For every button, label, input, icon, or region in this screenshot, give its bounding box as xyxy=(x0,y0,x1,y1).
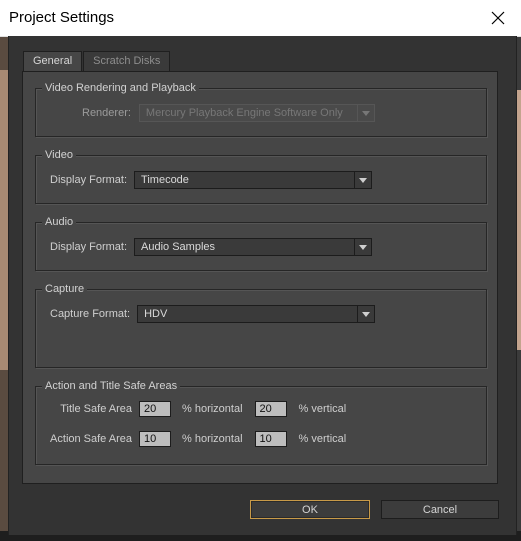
title-safe-horizontal-input[interactable]: 20 xyxy=(139,401,171,417)
audio-format-row: Display Format: Audio Samples xyxy=(50,238,373,256)
title-vertical-unit: % vertical xyxy=(298,403,347,415)
close-icon xyxy=(491,11,505,25)
chevron-down-icon xyxy=(356,105,374,121)
group-legend: Video xyxy=(42,148,76,162)
title-safe-label: Title Safe Area xyxy=(60,403,132,415)
action-safe-horizontal-input[interactable]: 10 xyxy=(139,431,171,447)
capture-format-label: Capture Format: xyxy=(50,308,131,320)
tab-general[interactable]: General xyxy=(23,51,83,71)
tab-scratch-disks[interactable]: Scratch Disks xyxy=(83,51,171,71)
video-display-format-value: Timecode xyxy=(141,174,189,186)
renderer-row: Renderer: Mercury Playback Engine Softwa… xyxy=(82,104,375,122)
window-titlebar: Project Settings xyxy=(0,0,521,37)
group-legend: Action and Title Safe Areas xyxy=(42,379,181,393)
close-button[interactable] xyxy=(475,0,521,36)
tab-bar: General Scratch Disks xyxy=(23,51,171,71)
video-display-format-select[interactable]: Timecode xyxy=(134,171,373,189)
action-safe-label: Action Safe Area xyxy=(50,433,132,445)
capture-format-select[interactable]: HDV xyxy=(137,305,376,323)
chevron-down-icon xyxy=(354,239,371,255)
cancel-button[interactable]: Cancel xyxy=(381,500,499,519)
group-legend: Audio xyxy=(42,215,77,229)
dialog-body: General Scratch Disks Video Rendering an… xyxy=(8,36,517,535)
video-format-row: Display Format: Timecode xyxy=(50,171,373,189)
window-title: Project Settings xyxy=(9,9,115,26)
group-video: Video Display Format: Timecode xyxy=(35,148,487,204)
chevron-down-icon xyxy=(357,306,374,322)
title-safe-row: Title Safe Area 20 % horizontal 20 % ver… xyxy=(59,401,346,417)
action-safe-row: Action Safe Area 10 % horizontal 10 % ve… xyxy=(48,431,346,447)
action-horizontal-unit: % horizontal xyxy=(182,433,243,445)
renderer-select[interactable]: Mercury Playback Engine Software Only xyxy=(138,104,375,122)
capture-format-value: HDV xyxy=(144,308,168,320)
group-audio: Audio Display Format: Audio Samples xyxy=(35,215,487,271)
action-vertical-unit: % vertical xyxy=(298,433,347,445)
group-legend: Capture xyxy=(42,282,88,296)
audio-display-format-select[interactable]: Audio Samples xyxy=(134,238,373,256)
ok-button[interactable]: OK xyxy=(250,500,370,519)
audio-display-format-value: Audio Samples xyxy=(141,241,216,253)
video-display-format-label: Display Format: xyxy=(50,174,128,186)
renderer-value: Mercury Playback Engine Software Only xyxy=(145,107,343,119)
action-safe-vertical-input[interactable]: 10 xyxy=(254,431,287,447)
background-video-left xyxy=(0,70,8,370)
audio-display-format-label: Display Format: xyxy=(50,241,128,253)
renderer-label: Renderer: xyxy=(82,107,131,119)
group-capture: Capture Capture Format: HDV xyxy=(35,282,487,368)
group-safe-areas: Action and Title Safe Areas Title Safe A… xyxy=(35,379,487,465)
group-legend: Video Rendering and Playback xyxy=(42,81,199,95)
title-horizontal-unit: % horizontal xyxy=(182,403,243,415)
title-safe-vertical-input[interactable]: 20 xyxy=(254,401,287,417)
capture-format-row: Capture Format: HDV xyxy=(50,305,376,323)
group-video-rendering: Video Rendering and Playback Renderer: M… xyxy=(35,81,487,137)
general-panel: Video Rendering and Playback Renderer: M… xyxy=(22,71,498,484)
chevron-down-icon xyxy=(354,172,371,188)
